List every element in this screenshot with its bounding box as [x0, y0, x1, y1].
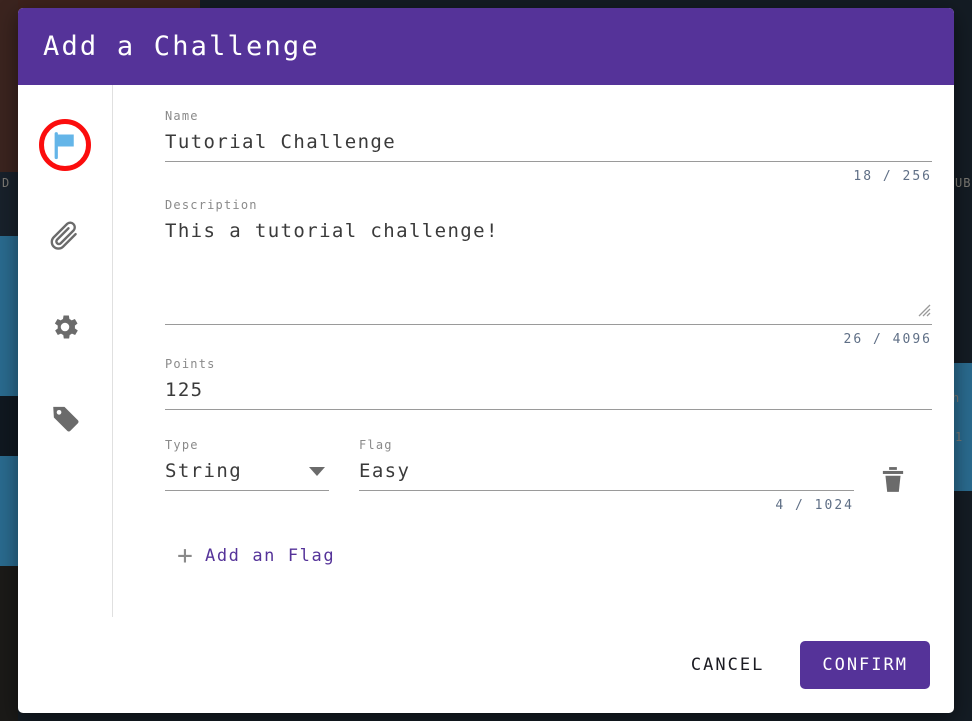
background-band-brown-edge: [0, 0, 18, 200]
tag-icon: [50, 403, 81, 434]
chevron-down-icon: [309, 467, 325, 476]
name-label: Name: [165, 109, 932, 123]
flag-icon: [50, 130, 80, 160]
background-text-right-lower: 1: [955, 430, 963, 444]
flag-row: Type String Flag Easy 4 / 1024: [165, 438, 932, 513]
plus-icon: +: [165, 543, 205, 569]
points-input[interactable]: 125: [165, 377, 932, 403]
flag-counter: 4 / 1024: [359, 498, 854, 513]
rail-item-flag[interactable]: [37, 117, 93, 173]
add-flag-label: Add an Flag: [205, 546, 335, 566]
rail-item-settings[interactable]: [37, 299, 93, 355]
description-textarea-wrap: This a tutorial challenge!: [165, 218, 932, 318]
resize-grip-icon[interactable]: [917, 302, 931, 316]
flag-label: Flag: [359, 438, 854, 452]
description-underline: [165, 324, 932, 325]
dialog-body: Name Tutorial Challenge 18 / 256 Descrip…: [18, 85, 954, 617]
confirm-button[interactable]: CONFIRM: [800, 641, 930, 689]
points-underline: [165, 409, 932, 410]
gear-icon: [49, 311, 81, 343]
background-band-teal-upper: [0, 236, 18, 396]
field-name: Name Tutorial Challenge 18 / 256: [165, 109, 932, 184]
points-label: Points: [165, 357, 932, 371]
field-flag-value: Flag Easy 4 / 1024: [359, 438, 854, 513]
dialog-form: Name Tutorial Challenge 18 / 256 Descrip…: [113, 85, 954, 617]
dialog-header: Add a Challenge: [18, 8, 954, 85]
type-selected-value: String: [165, 458, 242, 484]
dialog-title: Add a Challenge: [43, 31, 320, 62]
description-input[interactable]: This a tutorial challenge!: [165, 218, 932, 244]
type-label: Type: [165, 438, 329, 452]
background-band-dark-lower: [0, 566, 18, 721]
dialog-footer: CANCEL CONFIRM: [18, 617, 954, 713]
rail-item-tags[interactable]: [37, 390, 93, 446]
flag-underline: [359, 490, 854, 491]
background-band-teal-lower: [0, 456, 18, 566]
flag-input[interactable]: Easy: [359, 458, 854, 484]
add-flag-button[interactable]: + Add an Flag: [165, 543, 365, 569]
name-input[interactable]: Tutorial Challenge: [165, 129, 932, 155]
type-underline: [165, 490, 329, 491]
background-text-left: D: [2, 176, 10, 190]
trash-icon: [880, 466, 906, 498]
description-counter: 26 / 4096: [165, 332, 932, 347]
name-underline: [165, 161, 932, 162]
rail-item-attachments[interactable]: [37, 208, 93, 264]
cancel-button[interactable]: CANCEL: [675, 645, 780, 685]
name-counter: 18 / 256: [165, 169, 932, 184]
field-flag-type: Type String: [165, 438, 329, 491]
background-text-right-top: UB: [955, 176, 971, 190]
field-points: Points 125: [165, 357, 932, 410]
background-band-dark-mid: [0, 396, 18, 456]
add-challenge-dialog: Add a Challenge: [18, 8, 954, 713]
dialog-section-rail: [18, 85, 113, 617]
description-label: Description: [165, 198, 932, 212]
field-description: Description This a tutorial challenge! 2…: [165, 198, 932, 347]
delete-flag-button[interactable]: [854, 438, 932, 498]
type-select[interactable]: String: [165, 458, 329, 484]
paperclip-icon: [50, 221, 80, 251]
